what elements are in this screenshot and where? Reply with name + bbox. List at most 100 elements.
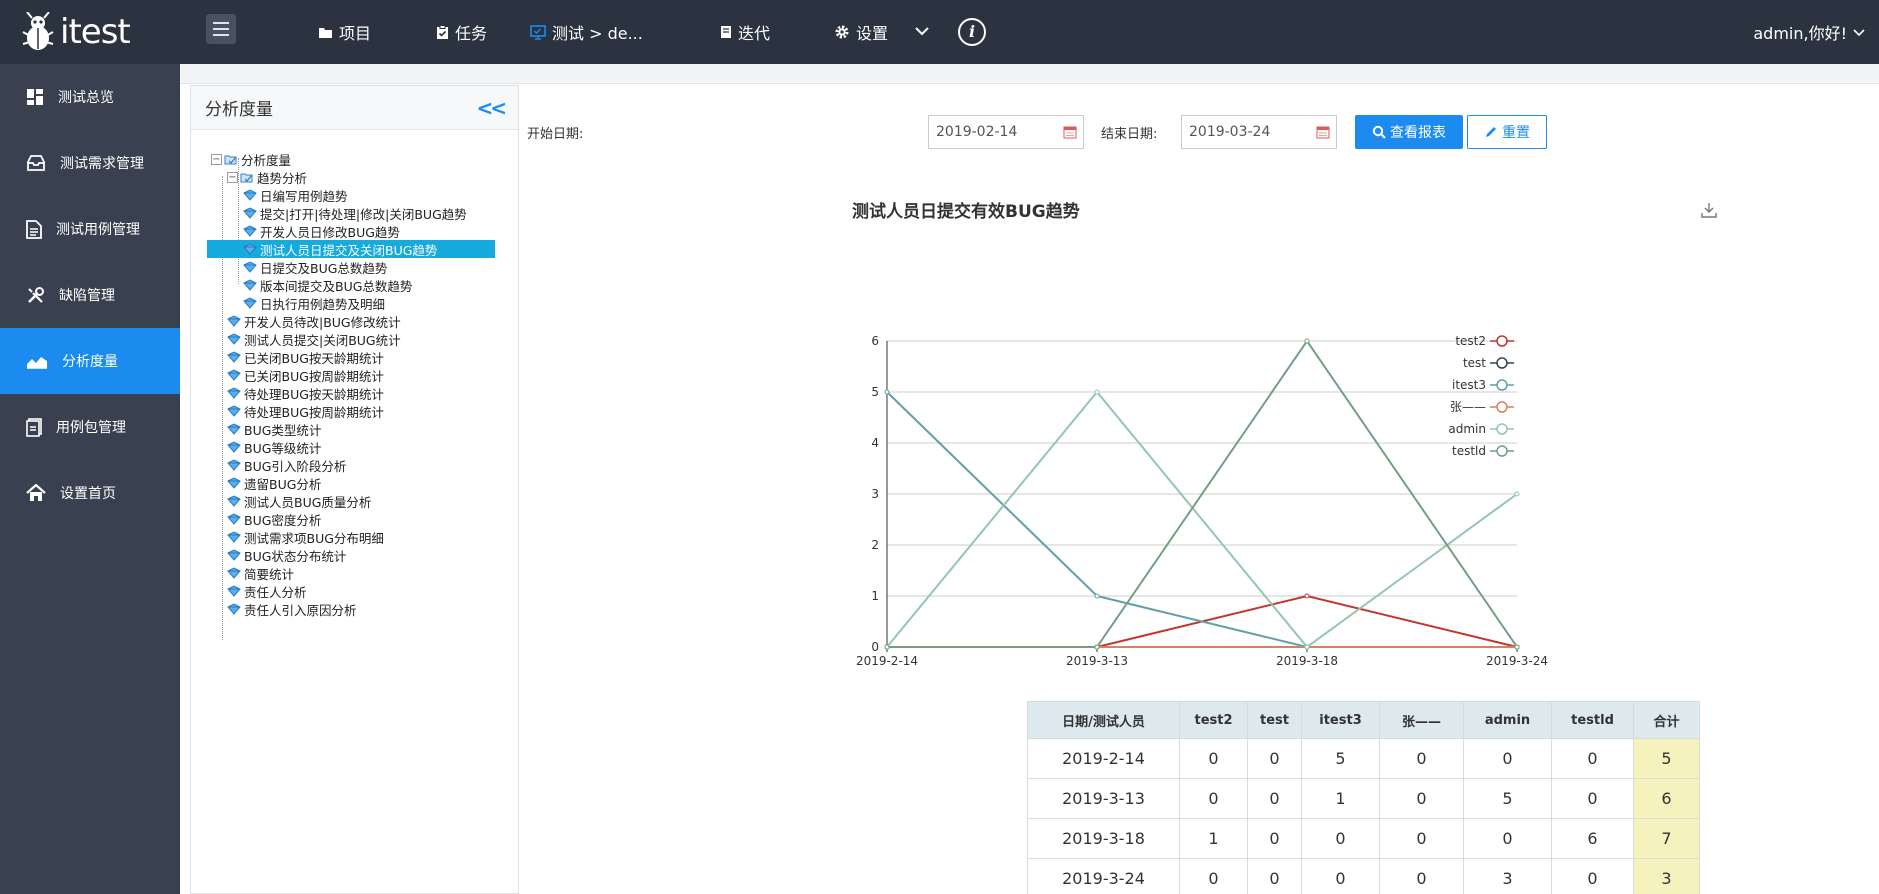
collapse-panel-icon[interactable]: << [476,96,506,120]
table-cell: 0 [1179,738,1248,779]
inbox-icon [27,155,45,171]
table-header-cell: 张—— [1379,701,1464,739]
nav-projects[interactable]: 项目 [318,20,371,44]
table-row: 2019-3-24 0 0 0 0 3 0 3 [1027,858,1700,894]
report-leaf-icon [243,225,257,237]
user-menu[interactable]: admin,你好! [1753,20,1865,44]
tree-node[interactable]: 日提交及BUG总数趋势 [191,258,518,276]
tree-node[interactable]: 简要统计 [191,564,518,582]
tree-node[interactable]: 测试人员提交|关闭BUG统计 [191,330,518,348]
tree-node[interactable]: 测试人员BUG质量分析 [191,492,518,510]
tree-node[interactable]: BUG类型统计 [191,420,518,438]
download-icon[interactable] [1700,201,1718,219]
app-name: itest [60,12,131,52]
tree-node[interactable]: 开发人员日修改BUG趋势 [191,222,518,240]
analysis-tree: − 分析度量 − 趋势分析 日编写用例趋势提交|打开|待处理|修改|关闭BUG趋… [191,130,518,640]
reset-label: 重置 [1502,125,1530,141]
nav-iterations[interactable]: 迭代 [720,20,770,44]
sidebar-item-settings-home[interactable]: 设置首页 [0,460,180,526]
table-cell: 0 [1301,818,1380,859]
tree-node[interactable]: 待处理BUG按周龄期统计 [191,402,518,420]
y-tick-label: 6 [871,334,879,348]
sidebar-item-test-overview[interactable]: 测试总览 [0,64,180,130]
sidebar-item-label: 测试用例管理 [56,222,140,238]
tree-node[interactable]: 责任人分析 [191,582,518,600]
table-header-cell: admin [1463,701,1552,739]
legend-label: itest3 [1452,378,1486,392]
tree-node[interactable]: 已关闭BUG按周龄期统计 [191,366,518,384]
legend-label: test [1463,356,1486,370]
table-header-cell: test2 [1179,701,1248,739]
calendar-icon[interactable] [1063,125,1077,139]
tree-panel-title: 分析度量 [205,100,273,120]
sidebar-item-label: 测试需求管理 [60,156,144,172]
tree-node[interactable]: BUG引入阶段分析 [191,456,518,474]
tree-node[interactable]: BUG状态分布统计 [191,546,518,564]
tree-node-label: BUG引入阶段分析 [244,458,347,474]
tree-node-label: BUG状态分布统计 [244,548,347,564]
tree-node[interactable]: 开发人员待改|BUG修改统计 [191,312,518,330]
calendar-icon[interactable] [1316,125,1330,139]
table-cell: 0 [1247,818,1302,859]
sidebar-item-defects[interactable]: 缺陷管理 [0,262,180,328]
tree-node-label: 测试人员提交|关闭BUG统计 [244,332,401,348]
start-date-label: 开始日期: [527,127,584,142]
chart-title: 测试人员日提交有效BUG趋势 [852,202,1080,222]
top-navbar: itest 项目 任务 测试 > de... 迭代 设置 i admin,你好! [0,0,1879,64]
sidebar-item-analysis[interactable]: 分析度量 [0,328,180,394]
tree-node-label: 提交|打开|待处理|修改|关闭BUG趋势 [260,206,467,222]
tree-node[interactable]: 日编写用例趋势 [191,186,518,204]
report-leaf-icon [227,549,241,561]
start-date-input[interactable]: 2019-02-14 [928,115,1084,149]
tree-node-label: 分析度量 [241,152,292,168]
reset-button[interactable]: 重置 [1467,115,1547,149]
nav-tasks[interactable]: 任务 [436,20,487,44]
info-icon[interactable]: i [958,18,986,46]
table-cell: 0 [1379,778,1464,819]
nav-iterations-label: 迭代 [738,24,771,43]
nav-test-project-label: 测试 > de... [552,24,643,43]
app-logo[interactable]: itest [0,0,180,64]
menu-toggle-button[interactable] [206,14,236,44]
report-leaf-icon [243,189,257,201]
tree-node[interactable]: BUG密度分析 [191,510,518,528]
tree-node[interactable]: 责任人引入原因分析 [191,600,518,618]
nav-test-project[interactable]: 测试 > de... [530,20,643,44]
tree-panel-header: 分析度量 << [191,86,518,130]
table-total-cell: 3 [1633,858,1700,894]
legend-marker [1496,445,1508,457]
report-leaf-icon [227,441,241,453]
tree-node[interactable]: 提交|打开|待处理|修改|关闭BUG趋势 [191,204,518,222]
tree-node[interactable]: 日执行用例趋势及明细 [191,294,518,312]
table-total-cell: 5 [1633,738,1700,779]
home-icon [26,484,46,501]
tree-node[interactable]: 测试需求项BUG分布明细 [191,528,518,546]
table-cell: 1 [1301,778,1380,819]
tree-node-label: 趋势分析 [257,170,308,186]
analysis-tree-panel: 分析度量 << − 分析度量 − 趋势分析 日编写用例趋势提交|打开|待处理|修… [190,85,519,894]
chevron-down-icon[interactable] [914,24,930,38]
tree-node[interactable]: 版本间提交及BUG总数趋势 [191,276,518,294]
sidebar-item-test-cases[interactable]: 测试用例管理 [0,196,180,262]
view-report-button[interactable]: 查看报表 [1355,115,1463,149]
tree-node[interactable]: 已关闭BUG按天龄期统计 [191,348,518,366]
tree-node-selected[interactable]: 测试人员日提交及关闭BUG趋势 [207,240,495,258]
tree-node[interactable]: BUG等级统计 [191,438,518,456]
nav-settings[interactable]: 设置 [834,20,888,44]
table-header-cell: testld [1551,701,1634,739]
end-date-input[interactable]: 2019-03-24 [1181,115,1337,149]
tree-node[interactable]: 遗留BUG分析 [191,474,518,492]
tree-node[interactable]: 待处理BUG按天龄期统计 [191,384,518,402]
tree-node-root[interactable]: − 分析度量 [191,150,518,168]
tree-collapse-toggle[interactable]: − [227,171,238,183]
chevron-down-icon [1853,29,1865,37]
sidebar-item-case-packages[interactable]: 用例包管理 [0,394,180,460]
sidebar-item-label: 设置首页 [60,486,116,502]
report-leaf-icon [227,351,241,363]
view-report-label: 查看报表 [1390,125,1446,141]
data-point [1094,593,1100,599]
sidebar-item-requirements[interactable]: 测试需求管理 [0,130,180,196]
tree-collapse-toggle[interactable]: − [211,153,222,165]
tree-node-label: 测试人员BUG质量分析 [244,494,372,510]
tree-node-trend-analysis[interactable]: − 趋势分析 [191,168,518,186]
